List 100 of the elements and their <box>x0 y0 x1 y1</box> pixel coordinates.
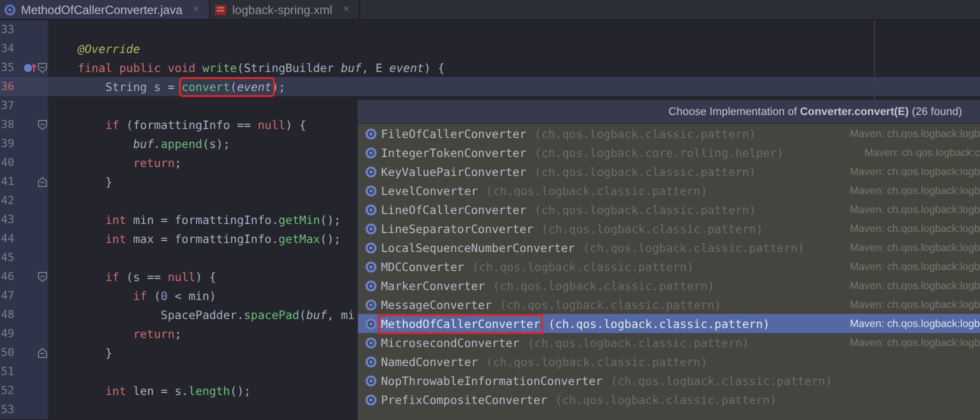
class-icon <box>365 318 377 330</box>
class-icon <box>365 146 377 158</box>
code-token: ; <box>174 156 182 170</box>
code-token: String s = <box>104 80 176 94</box>
highlighted-code: convert(event <box>182 80 272 94</box>
class-name: LineOfCallerConverter <box>380 202 528 218</box>
code-token: ) { <box>195 270 216 284</box>
class-icon <box>365 394 377 406</box>
class-icon <box>365 336 377 348</box>
code-token: SpacePadder. <box>160 308 244 322</box>
code-token: } <box>104 346 112 360</box>
editor-tab[interactable]: MethodOfCallerConverter.java × <box>0 0 210 19</box>
library-source: Maven: ch.qos.logback:logb <box>848 318 980 330</box>
class-icon <box>365 222 377 234</box>
fold-icon[interactable] <box>38 120 47 130</box>
code-token: ( <box>299 308 306 322</box>
line-number: 37 <box>0 99 16 112</box>
class-name: LocalSequenceNumberConverter <box>380 240 576 256</box>
code-token: < min) <box>174 288 216 302</box>
popup-title: Choose Implementation of Converter.convert(E) (26 found) <box>668 106 962 118</box>
code-token: (StringBuilder <box>236 60 335 74</box>
line-number: 52 <box>0 384 16 397</box>
line-number: 49 <box>0 327 16 340</box>
line-number: 41 <box>0 175 16 188</box>
fold-icon[interactable] <box>38 62 47 72</box>
line-number: 45 <box>0 251 16 264</box>
code-token: 0 <box>160 288 168 302</box>
class-icon <box>365 128 377 140</box>
code-token: , E <box>362 60 384 74</box>
code-token: , mi <box>326 308 355 322</box>
close-icon[interactable]: × <box>343 4 350 15</box>
line-number: 40 <box>0 156 16 169</box>
code-token: (); <box>230 384 251 398</box>
code-token: null <box>168 270 196 284</box>
code-token: spacePad <box>244 308 300 322</box>
class-icon <box>365 166 377 178</box>
class-name: PrefixCompositeConverter <box>380 392 548 408</box>
line-number: 51 <box>0 365 16 378</box>
line-number: 48 <box>0 308 16 321</box>
code-token: length <box>188 384 230 398</box>
code-token: (s == <box>126 270 162 284</box>
class-name: MessageConverter <box>380 296 493 312</box>
line-number: 53 <box>0 403 16 416</box>
fold-icon[interactable] <box>38 272 47 282</box>
class-icon <box>365 260 377 272</box>
code-token: final public void <box>76 60 196 74</box>
code-token: return <box>132 326 175 340</box>
editor-tab[interactable]: logback-spring.xml × <box>210 0 360 19</box>
class-icon <box>365 374 377 386</box>
override-marker-icon[interactable] <box>23 62 37 74</box>
line-number: 39 <box>0 137 16 150</box>
code-token: if <box>104 118 120 132</box>
code-token: event <box>389 60 424 74</box>
code-token: return <box>132 156 175 170</box>
fold-icon[interactable] <box>38 176 47 186</box>
class-name: MDCConverter <box>380 258 466 274</box>
line-number: 46 <box>0 270 16 283</box>
code-token: buf <box>340 60 362 74</box>
code-token: @Override <box>76 42 140 56</box>
code-token: ( <box>154 288 161 302</box>
code-token: (s); <box>202 136 230 150</box>
tab-label: logback-spring.xml <box>232 2 332 16</box>
code-token: len = s. <box>133 384 188 398</box>
code-token: ) { <box>424 60 445 74</box>
package-name: (ch.qos.logback.classic.pattern) <box>548 316 770 330</box>
fold-icon[interactable] <box>38 348 47 358</box>
line-number: 33 <box>0 23 16 36</box>
class-icon <box>365 298 377 310</box>
line-number: 43 <box>0 213 16 226</box>
code-token: ; <box>174 326 182 340</box>
class-name: MicrosecondConverter <box>380 334 520 350</box>
xml-file-icon <box>214 4 228 16</box>
class-name: IntegerTokenConverter <box>380 144 528 160</box>
code-token: (); <box>320 232 341 246</box>
class-name: LevelConverter <box>380 182 479 198</box>
code-token: buf <box>306 308 327 322</box>
class-name: FileOfCallerConverter <box>380 126 528 142</box>
line-number: 47 <box>0 289 16 302</box>
code-token: append <box>160 136 202 150</box>
class-icon <box>365 242 377 254</box>
class-icon <box>4 4 16 16</box>
code-token: getMax <box>278 232 320 246</box>
line-number: 50 <box>0 346 16 359</box>
tab-label: MethodOfCallerConverter.java <box>21 2 182 16</box>
code-token: getMin <box>278 212 320 226</box>
line-number: 44 <box>0 232 16 245</box>
code-token: } <box>104 174 112 188</box>
class-name: LineSeparatorConverter <box>380 220 534 236</box>
line-number: 35 <box>0 61 16 74</box>
code-token: min = formattingInfo. <box>133 212 278 226</box>
code-token: (); <box>320 212 341 226</box>
line-number: 36 <box>0 80 16 93</box>
class-name: KeyValuePairConverter <box>380 164 528 180</box>
code-token: int <box>104 232 128 246</box>
line-number: 42 <box>0 194 16 207</box>
code-token: int <box>104 212 128 226</box>
class-icon <box>365 356 377 368</box>
implementation-item[interactable]: MethodOfCallerConverter (ch.qos.logback.classic.pattern) Maven: ch.qos.logback:logb <box>358 314 980 333</box>
class-name: MethodOfCallerConverter <box>380 316 542 332</box>
code-token: int <box>104 384 128 398</box>
